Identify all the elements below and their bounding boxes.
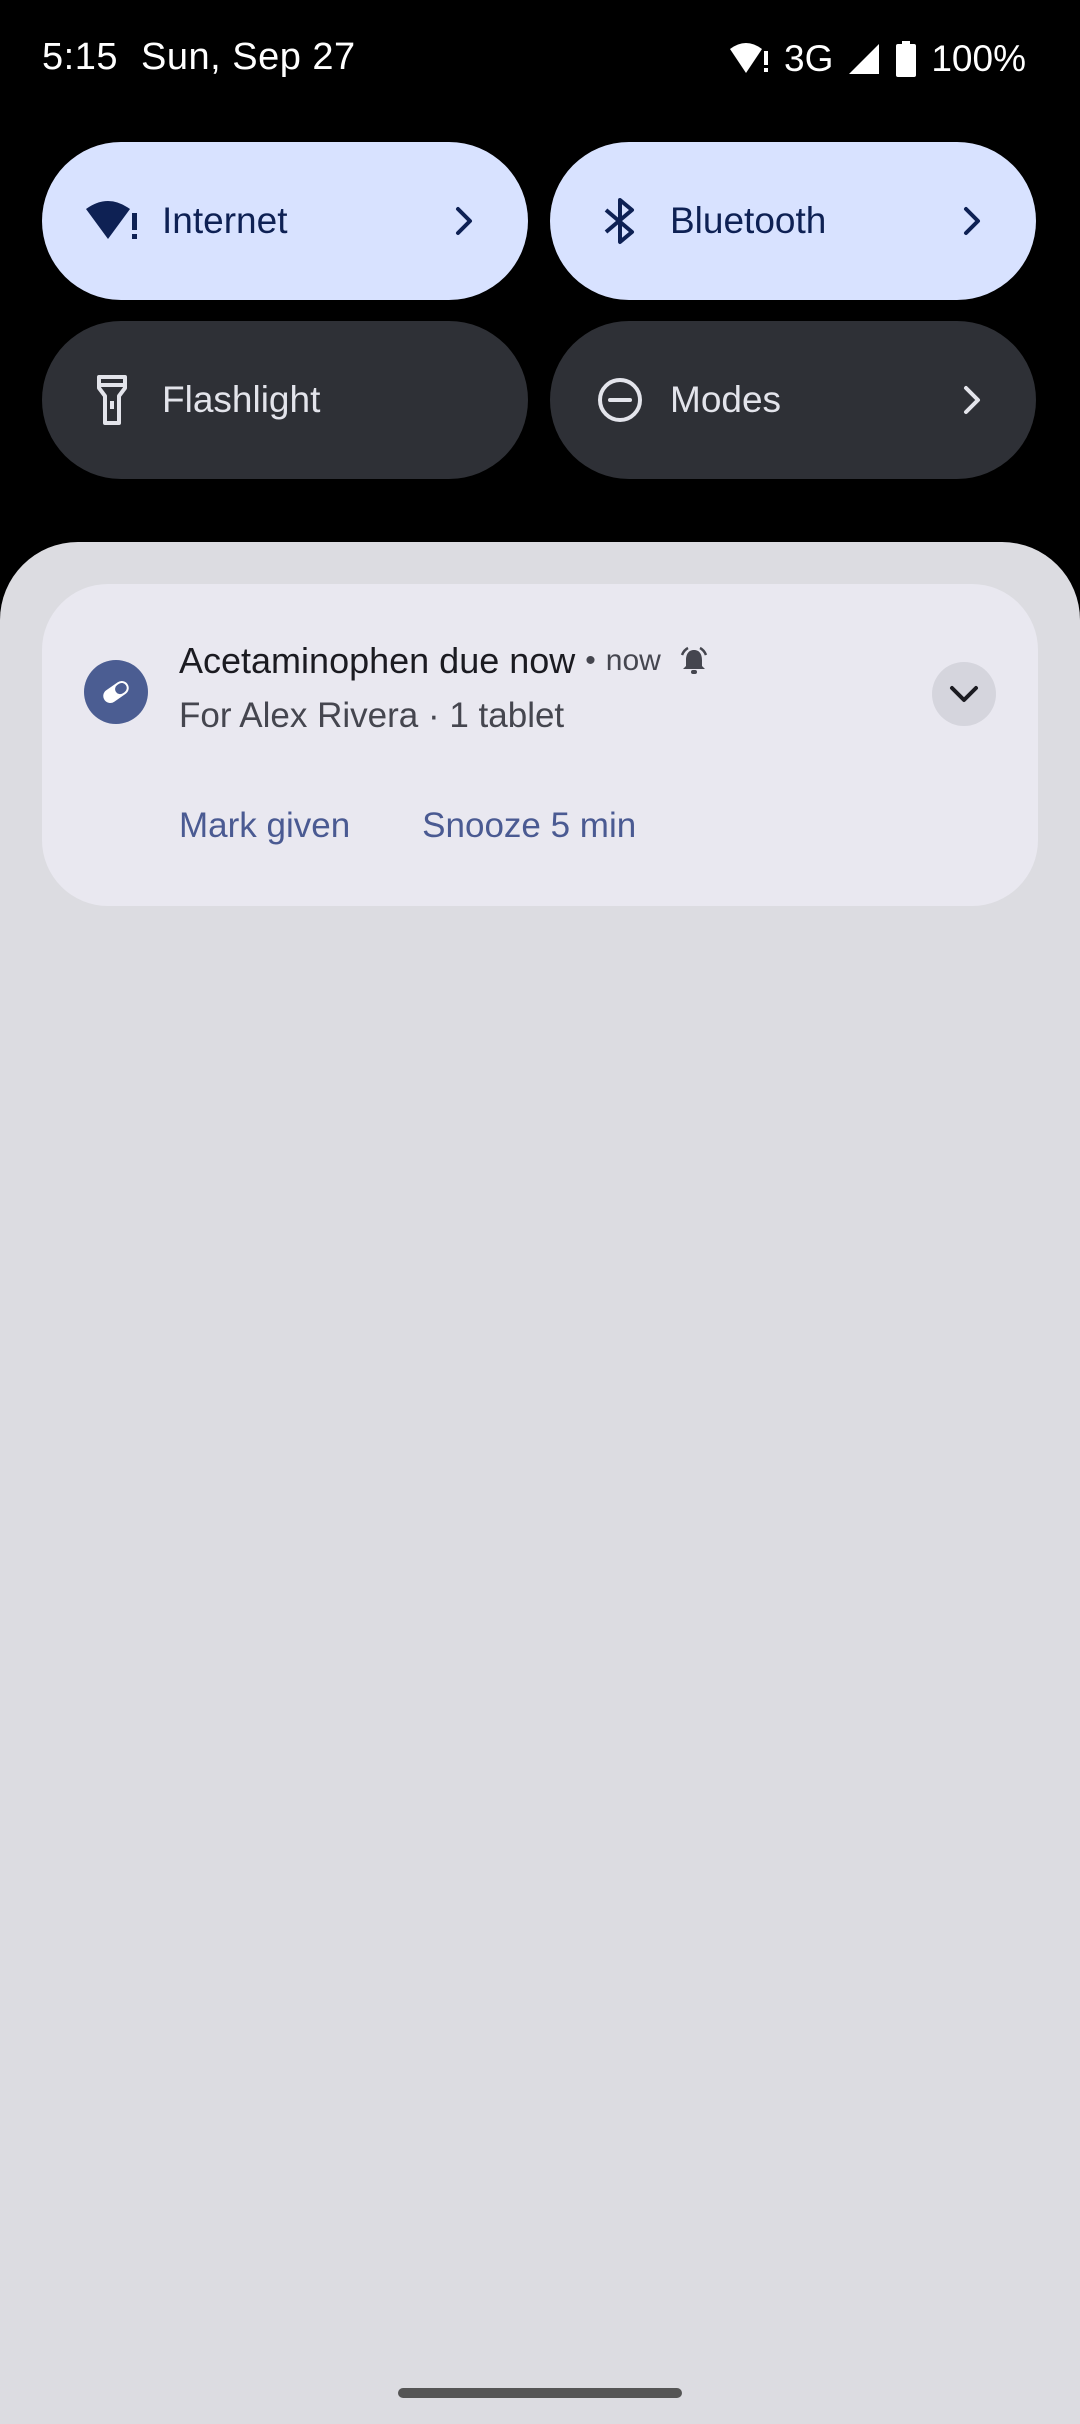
notification-text: For Alex Rivera · 1 tablet (179, 696, 565, 735)
tile-bluetooth-label: Bluetooth (670, 200, 827, 241)
navigation-handle[interactable] (398, 2388, 682, 2398)
status-icons: 3G 100% (728, 38, 1026, 80)
notification-title: Acetaminophen due now (179, 640, 576, 681)
chevron-right-icon[interactable] (952, 201, 992, 241)
notification-card[interactable]: Acetaminophen due now • now For Alex Riv… (42, 584, 1038, 906)
battery-percent: 100% (931, 38, 1026, 79)
notification-actions: Mark given Snooze 5 min (179, 806, 636, 846)
mark-given-button[interactable]: Mark given (179, 806, 350, 846)
tile-bluetooth[interactable]: Bluetooth (550, 142, 1036, 300)
flashlight-icon (82, 370, 142, 430)
battery-icon (895, 41, 917, 77)
bluetooth-icon (590, 191, 650, 251)
notification-separator: • (585, 644, 596, 677)
tile-modes[interactable]: Modes (550, 321, 1036, 479)
tile-flashlight[interactable]: Flashlight (42, 321, 528, 479)
signal-icon (847, 42, 881, 76)
wifi-alert-icon (82, 191, 142, 251)
status-bar: 5:15 Sun, Sep 27 3G 100% (0, 0, 1080, 124)
snooze-button[interactable]: Snooze 5 min (422, 806, 636, 846)
tile-internet-label: Internet (162, 200, 288, 241)
notification-time: now (605, 644, 661, 677)
expand-button[interactable] (932, 662, 996, 726)
do-not-disturb-icon (590, 370, 650, 430)
wifi-alert-icon (728, 41, 770, 77)
status-time: 5:15 (42, 36, 118, 78)
chevron-right-icon[interactable] (952, 380, 992, 420)
network-type: 3G (784, 38, 834, 79)
tile-flashlight-label: Flashlight (162, 379, 321, 420)
status-date: Sun, Sep 27 (141, 36, 356, 78)
tile-modes-label: Modes (670, 379, 782, 420)
pill-icon (84, 660, 148, 724)
chevron-down-icon (950, 686, 978, 702)
chevron-right-icon[interactable] (444, 201, 484, 241)
notification-header: Acetaminophen due now • now (179, 640, 709, 682)
tile-internet[interactable]: Internet (42, 142, 528, 300)
alarm-bell-icon (679, 646, 709, 676)
